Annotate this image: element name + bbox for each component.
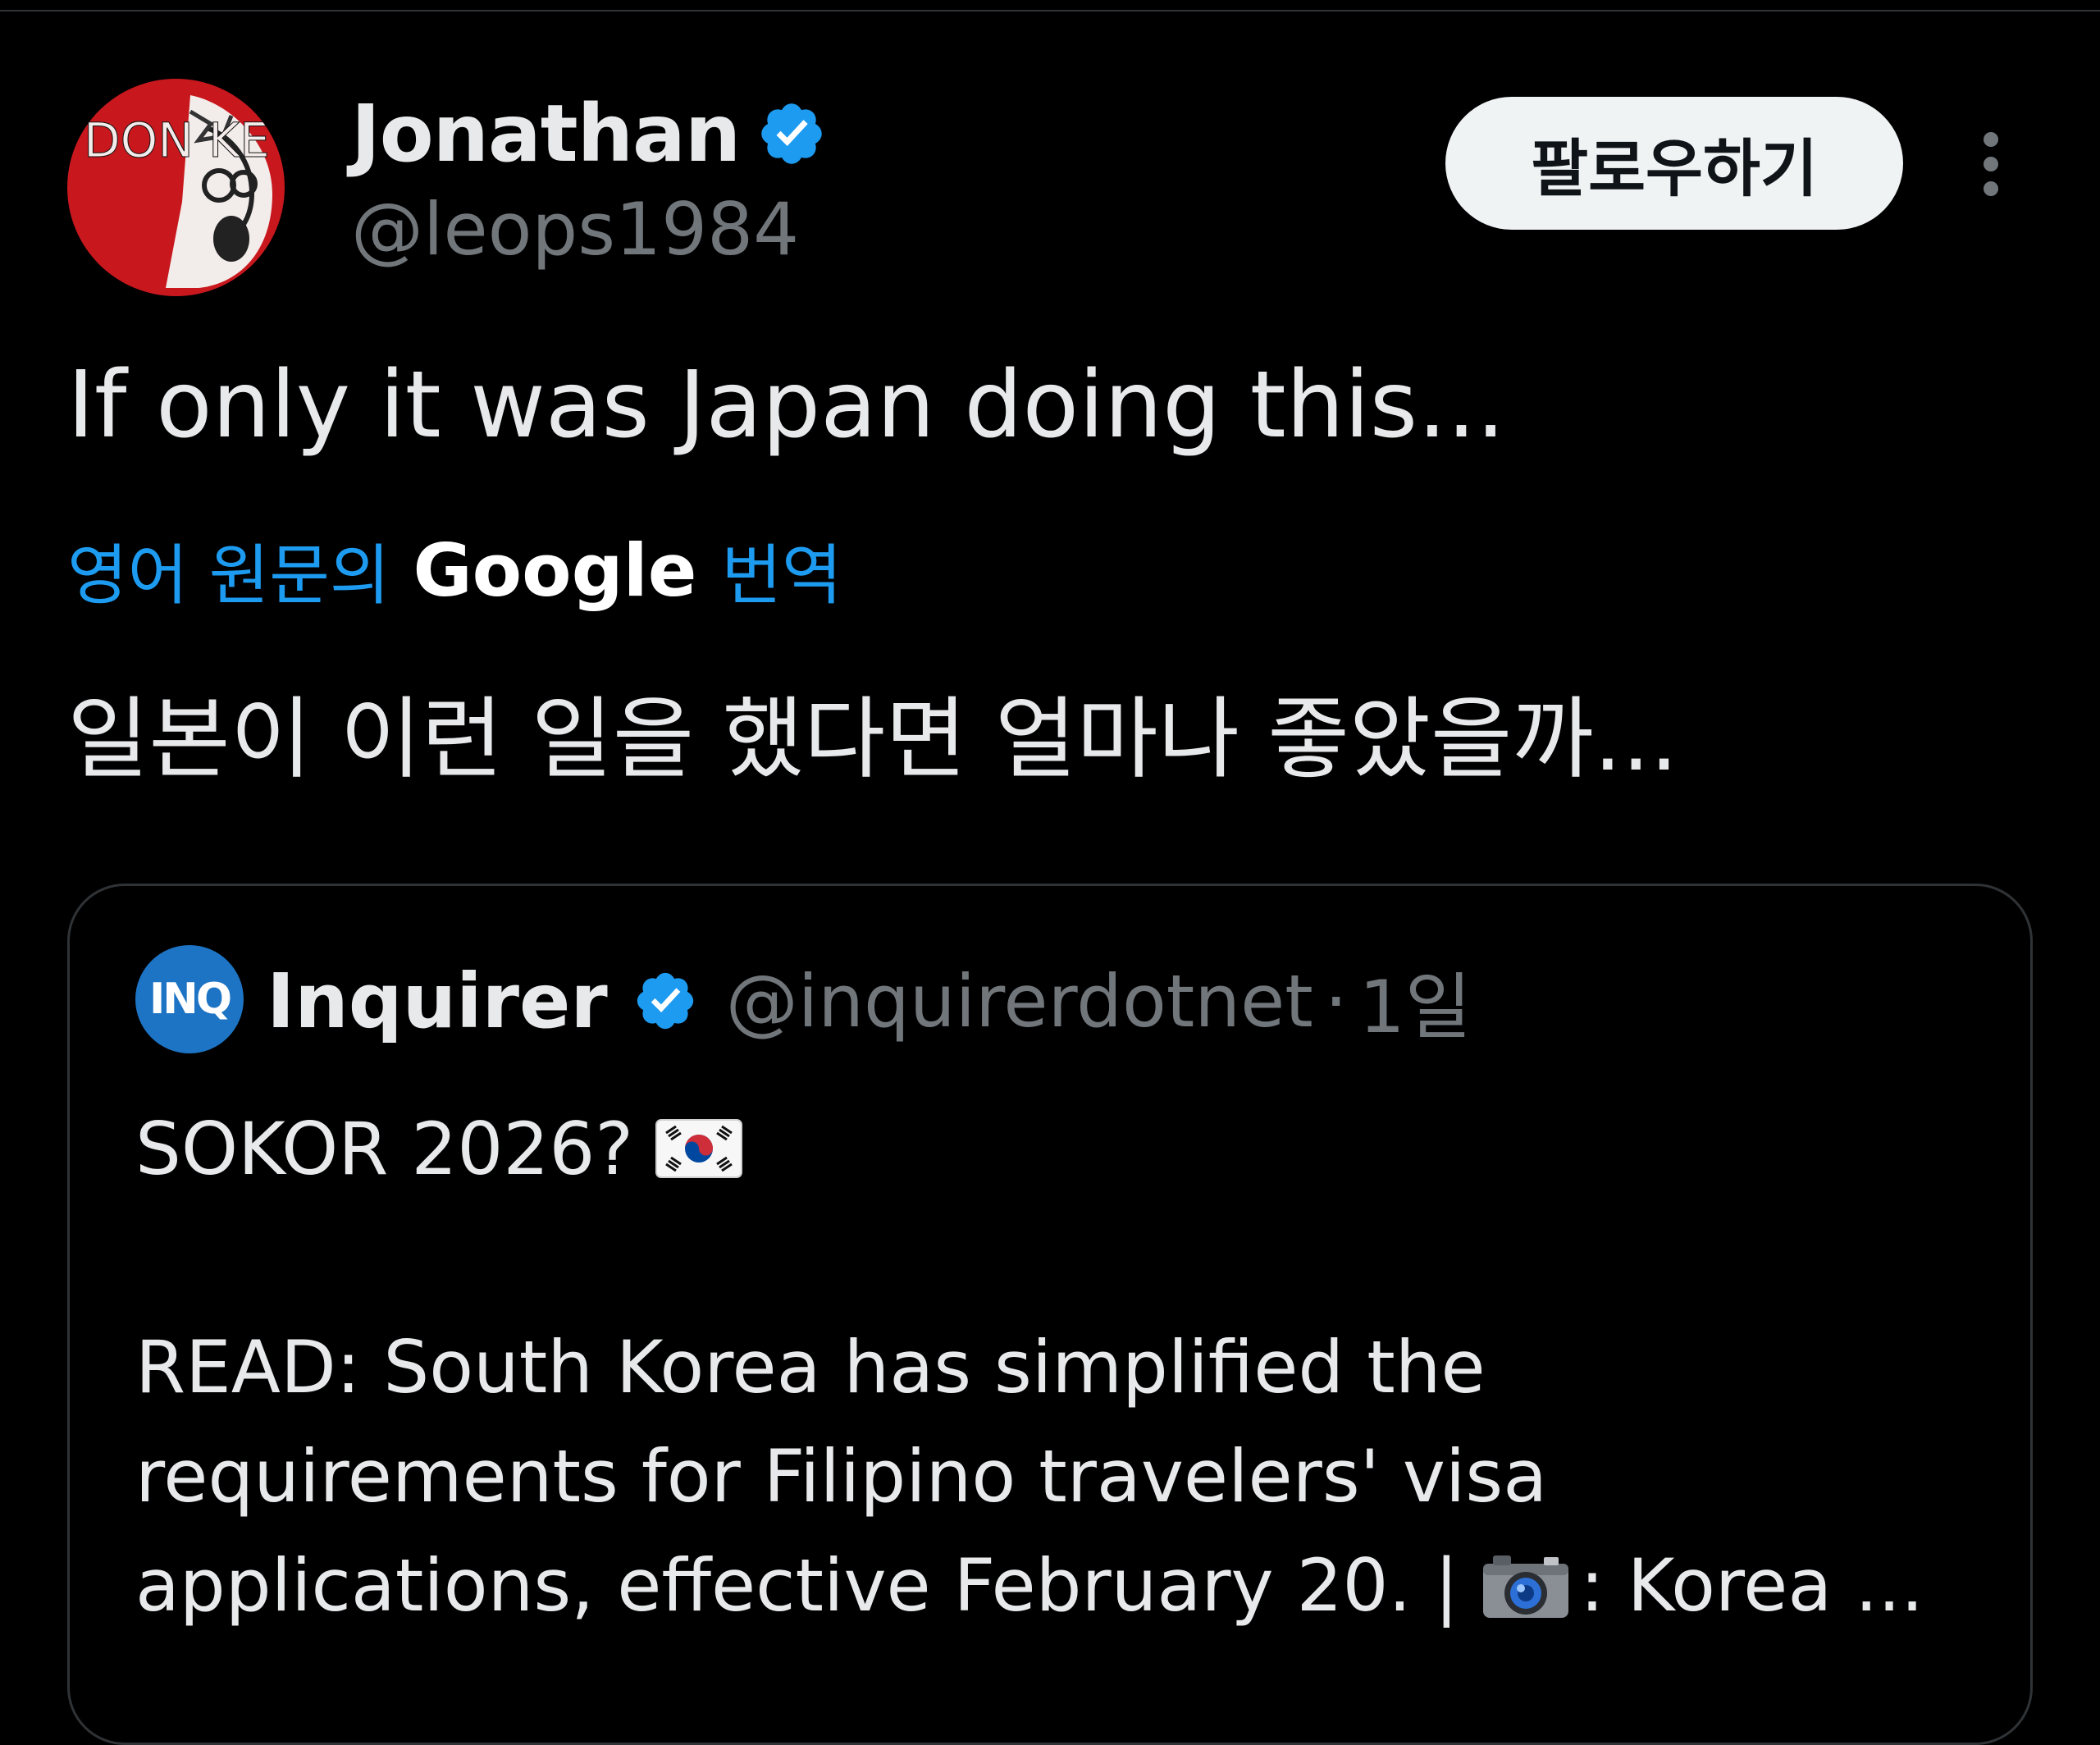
south-korea-flag-icon: [655, 1119, 743, 1178]
quoted-tweet-time[interactable]: 1일: [1359, 949, 1472, 1053]
author-name-row[interactable]: Jonathan: [351, 88, 827, 180]
quoted-tweet-header: Inquirer @inquirerdotnet · 1일: [267, 948, 1472, 1054]
tweet-text: If only it was Japan doing this...: [67, 352, 1505, 459]
separator-dot: ·: [1324, 958, 1348, 1044]
quoted-tweet-line-3: applications, effective February 20. | :…: [135, 1531, 1989, 1640]
more-options-button[interactable]: [1962, 123, 2020, 205]
translation-label-before[interactable]: 영어 원문의: [67, 523, 390, 618]
google-logo: Google: [413, 528, 697, 613]
follow-button[interactable]: 팔로우하기: [1445, 97, 1903, 230]
author-handle[interactable]: @leops1984: [351, 187, 799, 272]
quoted-tweet-line-3-text: applications, effective February 20. |: [135, 1543, 1459, 1628]
quoted-author-name[interactable]: Inquirer: [267, 957, 608, 1045]
top-divider: [0, 0, 2100, 11]
translation-label-after[interactable]: 번역: [721, 523, 842, 618]
author-display-name[interactable]: Jonathan: [351, 88, 741, 180]
verified-badge-icon: [761, 103, 822, 164]
quoted-author-avatar[interactable]: INQ: [135, 945, 244, 1053]
translated-text: 일본이 이런 일을 했다면 얼마나 좋았을까...: [67, 688, 1678, 791]
more-vertical-icon: [1984, 132, 1998, 196]
avatar-image: DON KEYS: [67, 79, 285, 296]
translation-attribution[interactable]: 영어 원문의 Google 번역: [67, 525, 842, 615]
verified-badge-icon: [637, 972, 693, 1030]
quoted-tweet-headline-text: SOKOR 2026?: [135, 1106, 634, 1191]
quoted-tweet-line-3-end: : Korea ...: [1580, 1543, 1924, 1628]
quoted-tweet-body: READ: South Korea has simplified the req…: [135, 1313, 1989, 1640]
quoted-tweet-line: READ: South Korea has simplified the: [135, 1325, 1486, 1409]
camera-icon: [1483, 1555, 1569, 1618]
quoted-tweet-line: requirements for Filipino travelers' vis…: [135, 1434, 1548, 1519]
quoted-author-handle[interactable]: @inquirerdotnet: [726, 959, 1313, 1044]
author-avatar[interactable]: DON KEYS: [67, 79, 285, 296]
avatar-text: DON KEYS: [84, 112, 285, 168]
quoted-tweet-headline: SOKOR 2026?: [135, 1099, 743, 1198]
